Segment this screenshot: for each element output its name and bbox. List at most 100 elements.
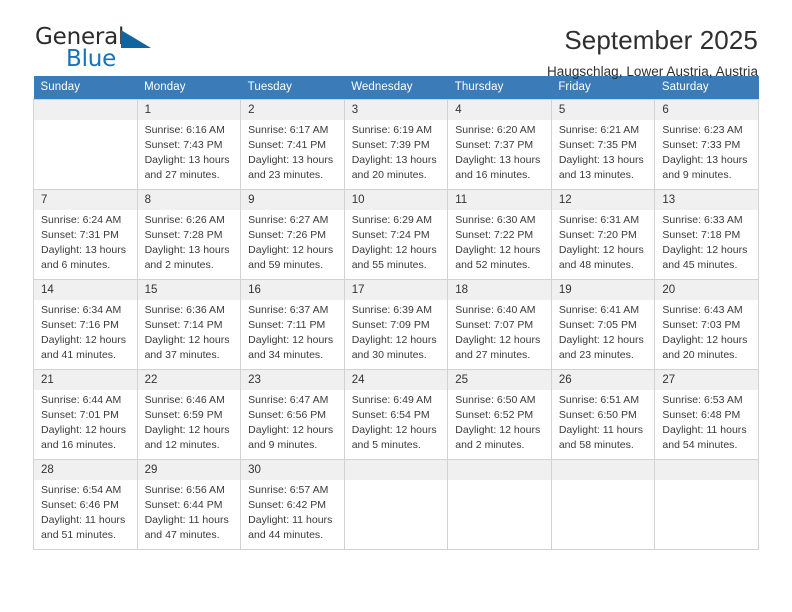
calendar-day-cell[interactable]: 17 Sunrise: 6:39 AM Sunset: 7:09 PM Dayligh…: [343, 279, 449, 370]
daylight-text-cont: and 9 minutes.: [248, 439, 318, 452]
day-details: Sunrise: 6:43 AM Sunset: 7:03 PM Daylight:…: [656, 300, 758, 363]
day-details: Sunrise: 6:51 AM Sunset: 6:50 PM Daylight:…: [552, 390, 654, 453]
sunset-text: Sunset: 6:56 PM: [248, 409, 327, 422]
sunset-text: Sunset: 6:59 PM: [144, 409, 223, 422]
calendar-day-cell[interactable]: 11 Sunrise: 6:30 AM Sunset: 7:22 PM Dayligh…: [447, 189, 552, 280]
sunset-text: Sunset: 7:07 PM: [455, 319, 534, 332]
calendar-day-cell[interactable]: 10 Sunrise: 6:29 AM Sunset: 7:24 PM Dayligh…: [343, 189, 449, 280]
daylight-text: Daylight: 12 hours: [455, 334, 541, 347]
daylight-text: Daylight: 12 hours: [455, 244, 541, 257]
daylight-text: Daylight: 13 hours: [351, 154, 437, 167]
sunset-text: Sunset: 6:48 PM: [662, 409, 741, 422]
sunrise-text: Sunrise: 6:19 AM: [351, 124, 432, 137]
calendar-day-cell[interactable]: 16 Sunrise: 6:37 AM Sunset: 7:11 PM Dayligh…: [240, 279, 345, 370]
day-details: Sunrise: 6:47 AM Sunset: 6:56 PM Daylight:…: [242, 390, 344, 453]
day-number: 27: [655, 370, 758, 391]
sunrise-text: Sunrise: 6:39 AM: [351, 304, 432, 317]
calendar-day-cell[interactable]: 4 Sunrise: 6:20 AM Sunset: 7:37 PM Daylight…: [447, 99, 552, 190]
sunrise-text: Sunrise: 6:29 AM: [351, 214, 432, 227]
day-details: Sunrise: 6:33 AM Sunset: 7:18 PM Daylight:…: [656, 210, 758, 273]
day-number: 18: [448, 280, 551, 301]
calendar-day-cell[interactable]: 25 Sunrise: 6:50 AM Sunset: 6:52 PM Dayligh…: [447, 369, 552, 460]
calendar-day-cell[interactable]: 20 Sunrise: 6:43 AM Sunset: 7:03 PM Dayligh…: [654, 279, 759, 370]
daylight-text-cont: and 2 minutes.: [144, 259, 214, 272]
calendar-day-cell[interactable]: 14 Sunrise: 6:34 AM Sunset: 7:16 PM Dayligh…: [33, 279, 138, 370]
sunrise-text: Sunrise: 6:46 AM: [144, 394, 225, 407]
page-header: General Blue September 2025 Haugschlag, …: [33, 0, 759, 79]
sunrise-text: Sunrise: 6:17 AM: [248, 124, 329, 137]
sunset-text: Sunset: 7:37 PM: [455, 139, 534, 152]
daylight-text: Daylight: 12 hours: [558, 244, 644, 257]
day-number: 10: [345, 190, 447, 211]
calendar-day-cell[interactable]: 26 Sunrise: 6:51 AM Sunset: 6:50 PM Dayligh…: [550, 369, 656, 460]
calendar-day-cell-empty: [343, 459, 449, 550]
day-number: 30: [241, 460, 344, 481]
calendar-day-cell[interactable]: 22 Sunrise: 6:46 AM Sunset: 6:59 PM Dayligh…: [136, 369, 242, 460]
day-number: 24: [345, 370, 447, 391]
sunset-text: Sunset: 7:43 PM: [144, 139, 223, 152]
day-details: Sunrise: 6:57 AM Sunset: 6:42 PM Daylight:…: [242, 480, 344, 543]
weekday-header-wednesday: Wednesday: [344, 76, 448, 100]
generalblue-logo[interactable]: General Blue: [35, 26, 170, 76]
daylight-text: Daylight: 12 hours: [248, 244, 334, 257]
calendar-day-cell[interactable]: 28 Sunrise: 6:54 AM Sunset: 6:46 PM Dayligh…: [33, 459, 138, 550]
calendar-day-cell[interactable]: 24 Sunrise: 6:49 AM Sunset: 6:54 PM Dayligh…: [343, 369, 449, 460]
day-details: Sunrise: 6:40 AM Sunset: 7:07 PM Daylight:…: [449, 300, 551, 363]
sunset-text: Sunset: 6:54 PM: [351, 409, 430, 422]
calendar-day-cell[interactable]: 7 Sunrise: 6:24 AM Sunset: 7:31 PM Daylight…: [33, 189, 138, 280]
day-number: 23: [241, 370, 344, 391]
daylight-text-cont: and 30 minutes.: [351, 349, 427, 362]
calendar-day-cell[interactable]: 2 Sunrise: 6:17 AM Sunset: 7:41 PM Daylight…: [240, 99, 345, 190]
calendar-day-cell[interactable]: 5 Sunrise: 6:21 AM Sunset: 7:35 PM Daylight…: [550, 99, 656, 190]
calendar-day-cell[interactable]: 1 Sunrise: 6:16 AM Sunset: 7:43 PM Daylight…: [136, 99, 242, 190]
day-details: Sunrise: 6:46 AM Sunset: 6:59 PM Daylight:…: [138, 390, 240, 453]
calendar-day-cell[interactable]: 12 Sunrise: 6:31 AM Sunset: 7:20 PM Dayligh…: [550, 189, 656, 280]
sunset-text: Sunset: 7:33 PM: [662, 139, 741, 152]
day-number: 15: [138, 280, 240, 301]
calendar-day-cell[interactable]: 6 Sunrise: 6:23 AM Sunset: 7:33 PM Daylight…: [654, 99, 759, 190]
weekday-header-sunday: Sunday: [33, 76, 138, 100]
day-details: Sunrise: 6:31 AM Sunset: 7:20 PM Daylight:…: [552, 210, 654, 273]
calendar-week-row: 21 Sunrise: 6:44 AM Sunset: 7:01 PM Dayligh…: [33, 369, 759, 460]
daylight-text: Daylight: 13 hours: [662, 154, 748, 167]
day-number: 22: [138, 370, 240, 391]
calendar-day-cell[interactable]: 13 Sunrise: 6:33 AM Sunset: 7:18 PM Dayligh…: [654, 189, 759, 280]
sunset-text: Sunset: 6:50 PM: [558, 409, 637, 422]
calendar-day-cell[interactable]: 30 Sunrise: 6:57 AM Sunset: 6:42 PM Dayligh…: [240, 459, 345, 550]
daylight-text-cont: and 23 minutes.: [558, 349, 634, 362]
day-details: Sunrise: 6:17 AM Sunset: 7:41 PM Daylight:…: [242, 120, 344, 183]
calendar-day-cell[interactable]: 15 Sunrise: 6:36 AM Sunset: 7:14 PM Dayligh…: [136, 279, 242, 370]
sunrise-text: Sunrise: 6:31 AM: [558, 214, 640, 227]
calendar-day-cell[interactable]: 3 Sunrise: 6:19 AM Sunset: 7:39 PM Daylight…: [343, 99, 449, 190]
sunset-text: Sunset: 6:42 PM: [248, 499, 327, 512]
calendar-day-cell[interactable]: 27 Sunrise: 6:53 AM Sunset: 6:48 PM Dayligh…: [654, 369, 759, 460]
calendar-day-cell[interactable]: 23 Sunrise: 6:47 AM Sunset: 6:56 PM Dayligh…: [240, 369, 345, 460]
calendar-day-cell[interactable]: 8 Sunrise: 6:26 AM Sunset: 7:28 PM Daylight…: [136, 189, 242, 280]
weekday-header-monday: Monday: [137, 76, 241, 100]
calendar-day-cell[interactable]: 9 Sunrise: 6:27 AM Sunset: 7:26 PM Daylight…: [240, 189, 345, 280]
day-details: Sunrise: 6:30 AM Sunset: 7:22 PM Daylight:…: [449, 210, 551, 273]
sunrise-text: Sunrise: 6:34 AM: [41, 304, 122, 317]
daylight-text: Daylight: 11 hours: [248, 514, 333, 527]
calendar-day-cell[interactable]: 29 Sunrise: 6:56 AM Sunset: 6:44 PM Dayligh…: [136, 459, 242, 550]
calendar-day-cell[interactable]: 19 Sunrise: 6:41 AM Sunset: 7:05 PM Dayligh…: [550, 279, 656, 370]
daylight-text: Daylight: 11 hours: [662, 424, 747, 437]
daylight-text-cont: and 44 minutes.: [248, 529, 324, 542]
day-number: 5: [552, 100, 654, 121]
sunset-text: Sunset: 6:46 PM: [41, 499, 119, 512]
calendar-day-cell[interactable]: 21 Sunrise: 6:44 AM Sunset: 7:01 PM Dayligh…: [33, 369, 138, 460]
day-number: 13: [655, 190, 758, 211]
day-details: Sunrise: 6:37 AM Sunset: 7:11 PM Daylight:…: [242, 300, 344, 363]
daylight-text-cont: and 2 minutes.: [455, 439, 525, 452]
sunrise-text: Sunrise: 6:36 AM: [144, 304, 225, 317]
sunset-text: Sunset: 7:24 PM: [351, 229, 430, 242]
calendar-day-cell[interactable]: 18 Sunrise: 6:40 AM Sunset: 7:07 PM Dayligh…: [447, 279, 552, 370]
day-number: 4: [448, 100, 551, 121]
sunrise-text: Sunrise: 6:37 AM: [248, 304, 329, 317]
day-number: [34, 100, 137, 121]
daylight-text: Daylight: 12 hours: [351, 244, 437, 257]
daylight-text: Daylight: 13 hours: [144, 244, 230, 257]
day-number: [448, 460, 551, 481]
daylight-text-cont: and 20 minutes.: [351, 169, 427, 182]
daylight-text: Daylight: 11 hours: [144, 514, 229, 527]
